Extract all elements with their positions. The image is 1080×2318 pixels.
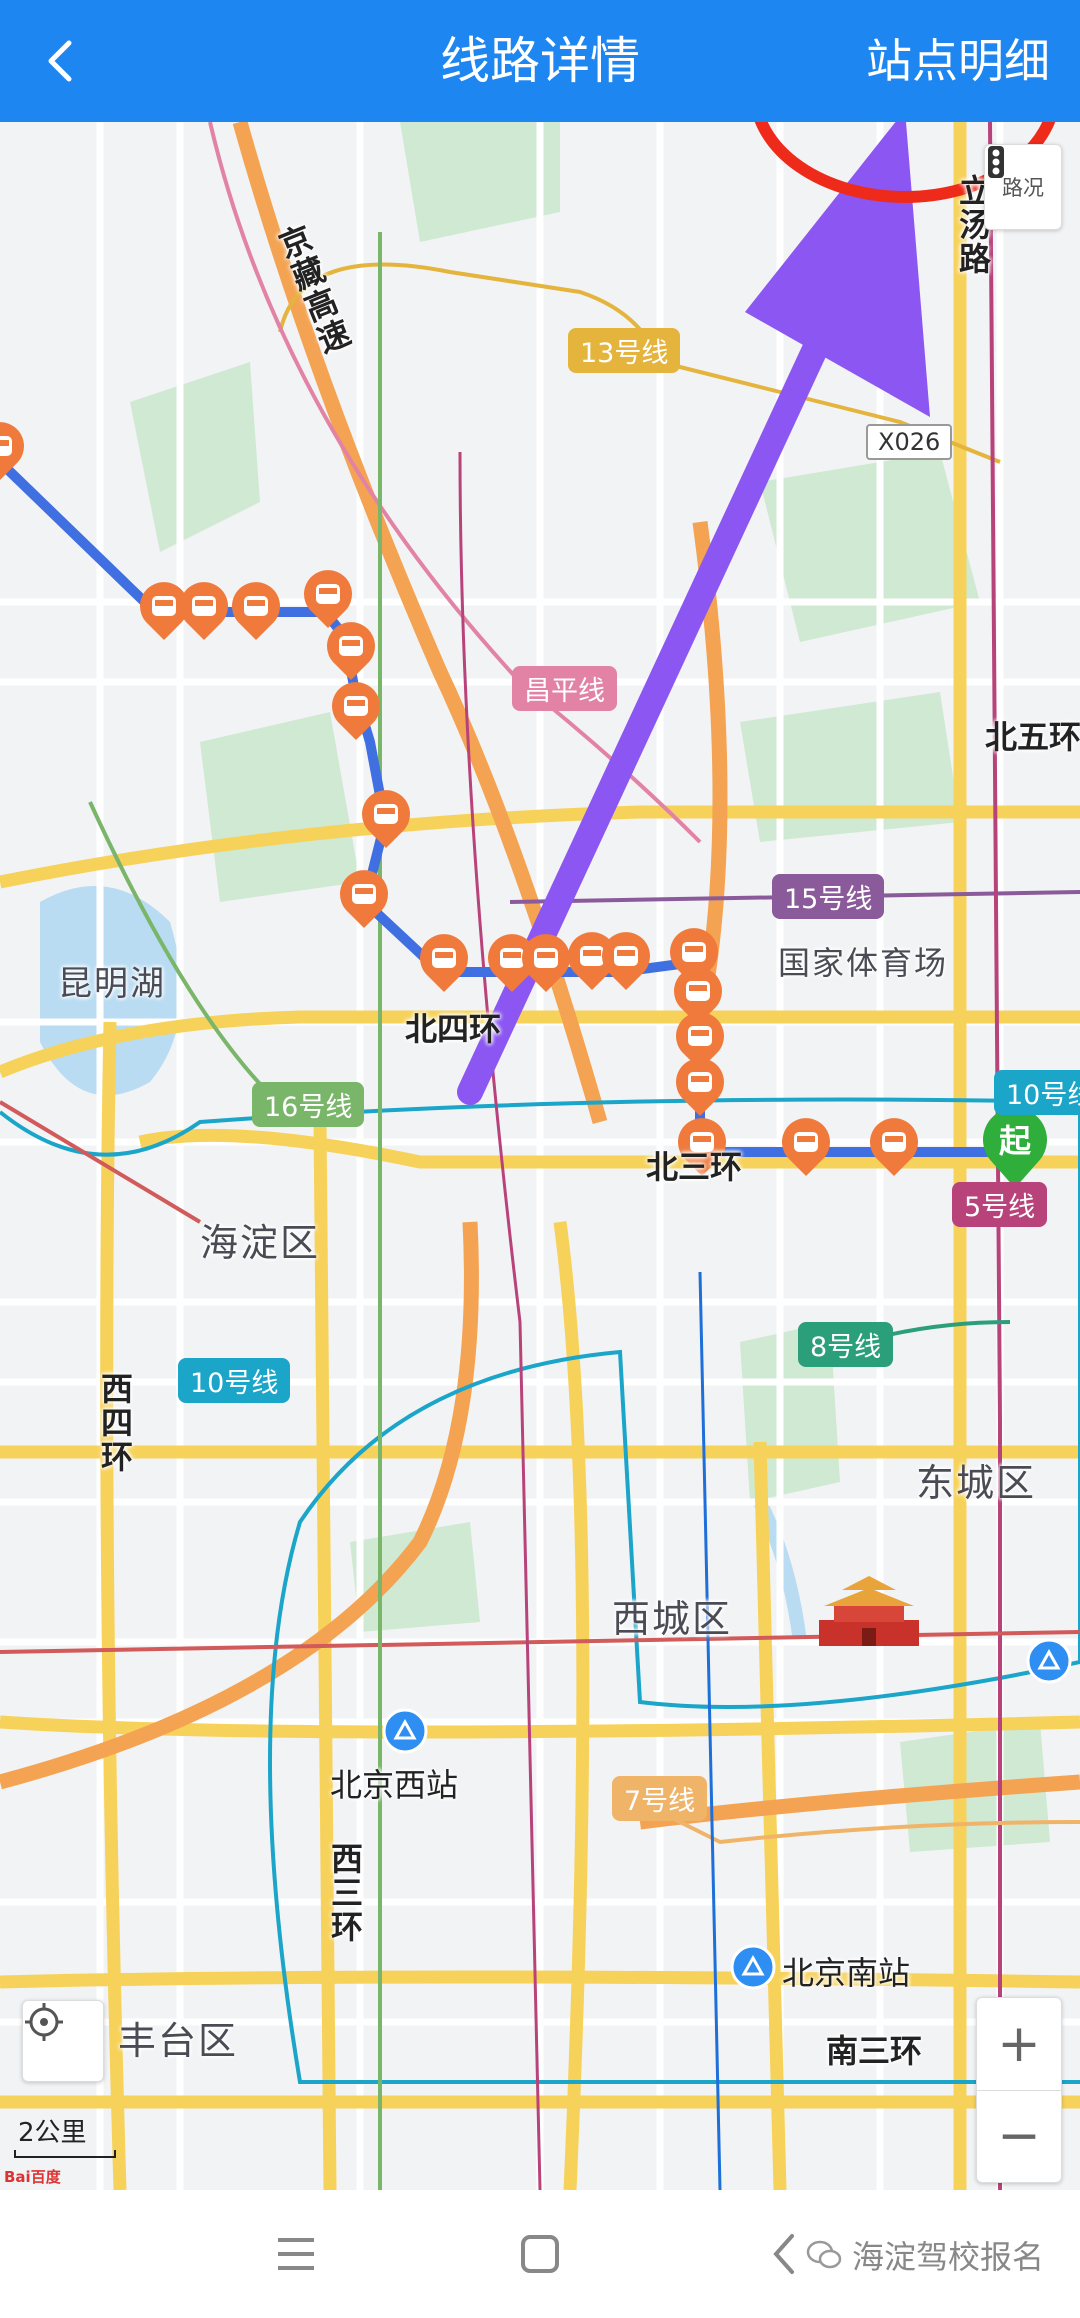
line-badge-8: 8号线	[798, 1322, 894, 1367]
road-label-west4: 西四环	[96, 1372, 134, 1474]
road-label-west3: 西三环	[326, 1842, 364, 1944]
zoom-in-button[interactable]: +	[977, 1998, 1061, 2090]
train-station-icon	[382, 1708, 428, 1754]
bus-stop-marker[interactable]	[520, 934, 572, 994]
map-view[interactable]: 起 13号线 昌平线 15号线 16号线 10号线 10号线 5号线 8号线 7…	[0, 122, 1080, 2190]
place-label-national-stadium: 国家体育场	[778, 944, 949, 982]
station-detail-button[interactable]: 站点明细	[866, 26, 1050, 96]
bus-stop-marker[interactable]	[780, 1118, 832, 1178]
road-label-south3: 南三环	[826, 2032, 923, 2070]
road-label-north3: 北三环	[646, 1148, 743, 1186]
bus-stop-marker[interactable]	[0, 422, 26, 482]
line-badge-10-west: 10号线	[178, 1358, 291, 1403]
line-badge-changping: 昌平线	[512, 666, 617, 711]
menu-icon	[278, 2238, 314, 2270]
watermark-text: 海淀驾校报名	[851, 2238, 1044, 2276]
line-badge-15: 15号线	[772, 874, 885, 919]
app-header: 线路详情 站点明细	[0, 0, 1080, 122]
traffic-label: 路况	[1002, 176, 1044, 200]
traffic-light-icon	[988, 146, 1004, 178]
district-label-haidian: 海淀区	[200, 1221, 321, 1265]
bus-stop-marker[interactable]	[418, 934, 470, 994]
tiananmen-landmark-icon	[819, 1576, 919, 1646]
bus-stop-marker[interactable]	[325, 622, 377, 682]
watermark: 海淀驾校报名	[806, 2232, 1044, 2278]
map-provider-logo: Bai百度	[4, 2168, 61, 2186]
wechat-icon	[806, 2240, 842, 2269]
bus-stop-marker[interactable]	[338, 870, 390, 930]
system-nav-bar: 海淀驾校报名	[0, 2190, 1080, 2318]
line-badge-13: 13号线	[568, 328, 681, 373]
home-square-icon	[521, 2235, 559, 2273]
back-chevron-icon	[773, 2234, 794, 2274]
line-badge-5: 5号线	[952, 1182, 1048, 1227]
bus-stop-marker[interactable]	[600, 932, 652, 992]
district-label-xicheng: 西城区	[612, 1597, 733, 1641]
bus-stop-marker[interactable]	[868, 1118, 920, 1178]
district-label-fengtai: 丰台区	[118, 2019, 239, 2063]
road-badge: X026	[866, 424, 953, 460]
train-station-icon[interactable]	[1026, 1638, 1072, 1684]
locate-button[interactable]	[22, 2000, 104, 2082]
recent-apps-button[interactable]	[266, 2224, 326, 2284]
district-label-dongcheng: 东城区	[916, 1461, 1037, 1505]
bus-stop-marker[interactable]	[302, 570, 354, 630]
zoom-out-button[interactable]: −	[977, 2089, 1061, 2183]
traffic-toggle-button[interactable]: 路况	[984, 144, 1062, 230]
station-label: 北京南站	[782, 1954, 911, 1992]
train-station-icon	[730, 1944, 776, 1990]
scale-label: 2公里	[18, 2118, 87, 2148]
start-marker-label: 起	[998, 1122, 1031, 1160]
crosshair-icon	[25, 2003, 63, 2041]
bus-stop-marker[interactable]	[360, 790, 412, 850]
bus-stop-marker[interactable]	[178, 582, 230, 642]
line-badge-10-east: 10号线	[994, 1070, 1080, 1115]
station-label: 北京西站	[330, 1766, 459, 1804]
bus-stop-marker[interactable]	[330, 682, 382, 742]
scale-bar	[14, 2150, 116, 2158]
start-marker[interactable]: 起	[980, 1106, 1050, 1190]
line-badge-7: 7号线	[612, 1776, 708, 1821]
road-label-north5: 北五环	[985, 718, 1080, 756]
home-button[interactable]	[510, 2224, 570, 2284]
place-label-kunming-lake: 昆明湖	[58, 964, 166, 1004]
line-badge-16: 16号线	[252, 1082, 365, 1127]
road-label-north4: 北四环	[405, 1010, 502, 1048]
bus-stop-marker[interactable]	[674, 1058, 726, 1118]
bus-stop-marker[interactable]	[230, 582, 282, 642]
zoom-controls: + −	[976, 1997, 1062, 2183]
